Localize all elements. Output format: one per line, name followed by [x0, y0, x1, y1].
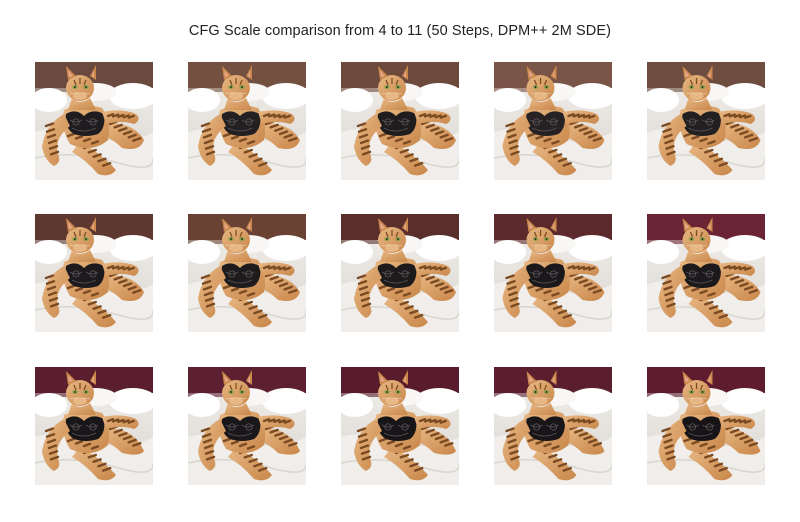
thumbnail-illustration — [647, 367, 765, 485]
thumbnail-illustration — [188, 214, 306, 332]
thumbnail-illustration — [188, 62, 306, 180]
thumbnail-illustration — [35, 367, 153, 485]
thumbnail-illustration — [494, 62, 612, 180]
thumbnail-image — [647, 214, 765, 332]
thumbnail-image — [188, 367, 306, 485]
thumbnail-illustration — [494, 367, 612, 485]
thumbnail-illustration — [494, 214, 612, 332]
thumbnail-illustration — [35, 62, 153, 180]
thumbnail-image — [341, 214, 459, 332]
thumbnail-image — [494, 62, 612, 180]
thumbnail-image — [494, 367, 612, 485]
image-grid — [0, 0, 800, 522]
thumbnail-illustration — [341, 62, 459, 180]
thumbnail-illustration — [647, 214, 765, 332]
thumbnail-image — [341, 62, 459, 180]
thumbnail-illustration — [341, 367, 459, 485]
thumbnail-image — [188, 62, 306, 180]
thumbnail-image — [494, 214, 612, 332]
thumbnail-image — [35, 62, 153, 180]
thumbnail-illustration — [341, 214, 459, 332]
thumbnail-image — [647, 62, 765, 180]
thumbnail-image — [35, 214, 153, 332]
thumbnail-illustration — [188, 367, 306, 485]
thumbnail-image — [188, 214, 306, 332]
thumbnail-illustration — [647, 62, 765, 180]
thumbnail-image — [35, 367, 153, 485]
thumbnail-image — [647, 367, 765, 485]
thumbnail-illustration — [35, 214, 153, 332]
thumbnail-image — [341, 367, 459, 485]
